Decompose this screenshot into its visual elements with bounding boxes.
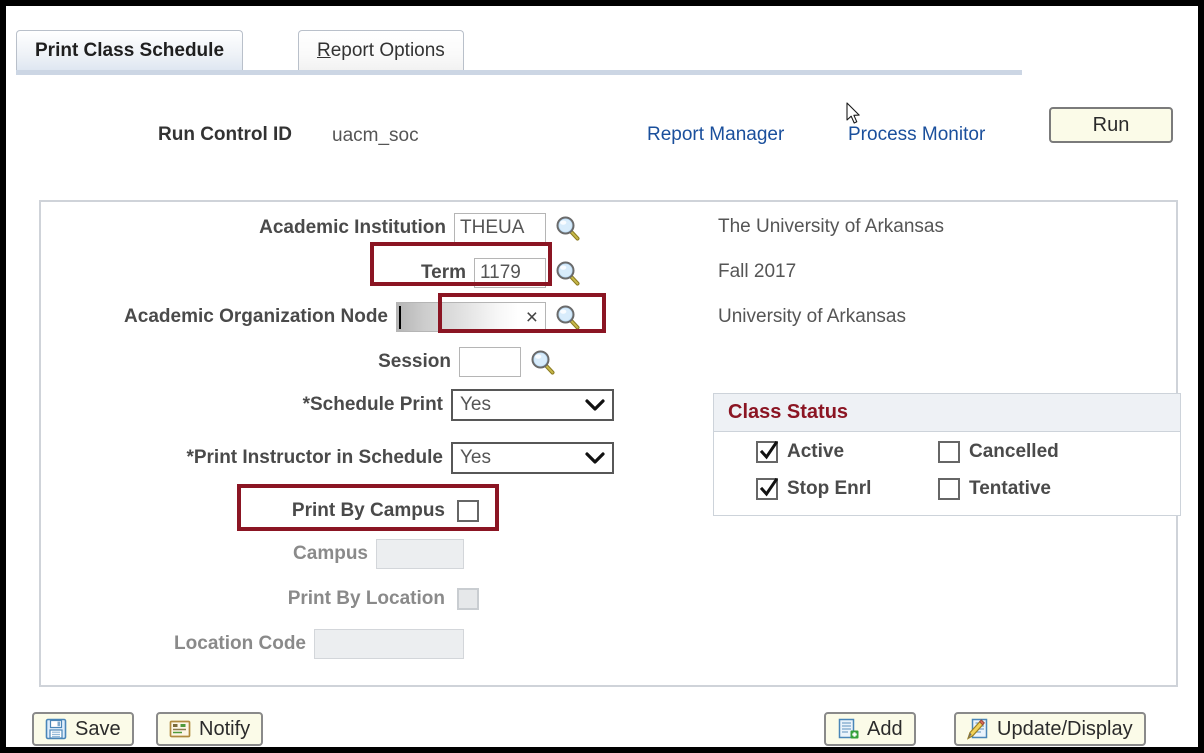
schedule-print-value: Yes [460,394,491,415]
field-row-term: Term 1179 [41,258,581,288]
mouse-cursor-icon [846,102,860,124]
chevron-down-icon [585,452,605,464]
notify-button[interactable]: Notify [156,712,264,746]
session-label: Session [378,351,451,372]
session-lookup-magnifier-icon[interactable] [530,349,556,375]
tab-report-options-label: Report Options [317,39,445,61]
term-input[interactable]: 1179 [474,258,546,288]
academic-organization-node-description: University of Arkansas [718,306,906,327]
active-checkbox[interactable] [756,441,779,463]
cancelled-label: Cancelled [969,441,1059,462]
stop-enrl-label: Stop Enrl [787,478,872,499]
field-row-print-by-location: Print By Location [41,588,479,610]
tab-report-options-accesskey: R [317,39,331,61]
field-row-campus: Campus [41,539,464,569]
field-row-academic-institution: Academic Institution THEUA [41,213,581,243]
update-display-button[interactable]: Update/Display [954,712,1146,746]
cancelled-checkbox[interactable] [938,441,960,463]
clear-icon[interactable]: × [526,306,538,329]
checkmark-icon [759,441,779,460]
process-monitor-link[interactable]: Process Monitor [848,124,985,146]
run-control-id-value: uacm_soc [332,125,419,146]
class-status-body: Active Cancelled Stop Enrl Tentative [714,432,1180,516]
term-lookup-magnifier-icon[interactable] [555,260,581,286]
bottom-toolbar: Save Notify Add Update/Display [6,706,1198,747]
tab-print-class-schedule-label: Print Class Schedule [35,39,225,61]
run-button[interactable]: Run [1049,107,1173,143]
active-label: Active [787,441,845,462]
class-status-title: Class Status [714,394,1180,432]
tab-report-options[interactable]: Report Options [298,30,464,70]
class-status-item-stop-enrl[interactable]: Stop Enrl [756,478,871,500]
print-by-campus-label: Print By Campus [291,500,445,521]
checkmark-icon [759,478,779,497]
save-button-label: Save [75,717,121,740]
academic-organization-node-lookup-magnifier-icon[interactable] [555,304,581,330]
academic-institution-lookup-magnifier-icon[interactable] [555,215,581,241]
update-pencil-document-icon [967,718,988,740]
print-by-location-checkbox [457,588,479,610]
chevron-down-icon [585,399,605,411]
class-status-item-active[interactable]: Active [756,441,844,463]
term-description: Fall 2017 [718,261,797,282]
field-row-session: Session [41,347,556,377]
update-display-button-label: Update/Display [997,717,1133,740]
location-code-input [314,629,464,659]
tab-print-class-schedule[interactable]: Print Class Schedule [16,30,244,70]
schedule-print-label: *Schedule Print [302,394,443,415]
campus-label: Campus [293,543,368,564]
print-by-location-label: Print By Location [287,588,445,609]
notify-button-label: Notify [199,717,251,740]
print-instructor-in-schedule-value: Yes [460,447,491,468]
save-disk-icon [45,718,67,740]
add-button[interactable]: Add [824,712,916,746]
field-row-location-code: Location Code [41,629,464,659]
campus-input [376,539,464,569]
save-button[interactable]: Save [32,712,134,746]
tentative-label: Tentative [969,478,1052,499]
class-status-item-cancelled[interactable]: Cancelled [938,441,1059,463]
term-label: Term [420,262,466,283]
run-parameters-panel: Academic Institution THEUA Term 1179 Aca… [39,200,1181,687]
report-manager-link[interactable]: Report Manager [647,124,784,146]
academic-organization-node-input[interactable]: × [396,302,546,332]
run-button-label: Run [1092,113,1130,136]
application-window: Print Class Schedule Report Options Run … [6,6,1198,747]
schedule-print-select[interactable]: Yes [451,389,614,421]
class-status-item-tentative[interactable]: Tentative [938,478,1051,500]
academic-institution-description: The University of Arkansas [718,216,944,237]
text-caret [399,306,401,329]
academic-institution-input[interactable]: THEUA [454,213,546,243]
class-status-groupbox: Class Status Active Cancelled Stop Enrl … [713,393,1181,516]
term-value: 1179 [480,262,521,283]
print-instructor-in-schedule-select[interactable]: Yes [451,442,614,474]
notify-envelope-icon [169,720,191,738]
field-row-academic-organization-node: Academic Organization Node × [41,302,581,332]
session-input[interactable] [459,347,521,377]
field-row-print-instructor-in-schedule: *Print Instructor in Schedule Yes [41,442,614,474]
academic-institution-value: THEUA [460,217,525,238]
tab-underline [16,70,1022,75]
field-row-schedule-print: *Schedule Print Yes [41,389,614,421]
print-by-campus-checkbox[interactable] [457,500,479,522]
stop-enrl-checkbox[interactable] [756,478,779,500]
print-instructor-in-schedule-label: *Print Instructor in Schedule [186,447,443,468]
tentative-checkbox[interactable] [938,478,960,500]
add-button-label: Add [867,717,903,740]
academic-institution-label: Academic Institution [259,217,446,238]
location-code-label: Location Code [174,633,306,654]
field-row-print-by-campus: Print By Campus [41,500,479,522]
run-control-id-label: Run Control ID [158,124,293,145]
add-document-icon [838,718,859,739]
academic-organization-node-label: Academic Organization Node [124,306,388,327]
